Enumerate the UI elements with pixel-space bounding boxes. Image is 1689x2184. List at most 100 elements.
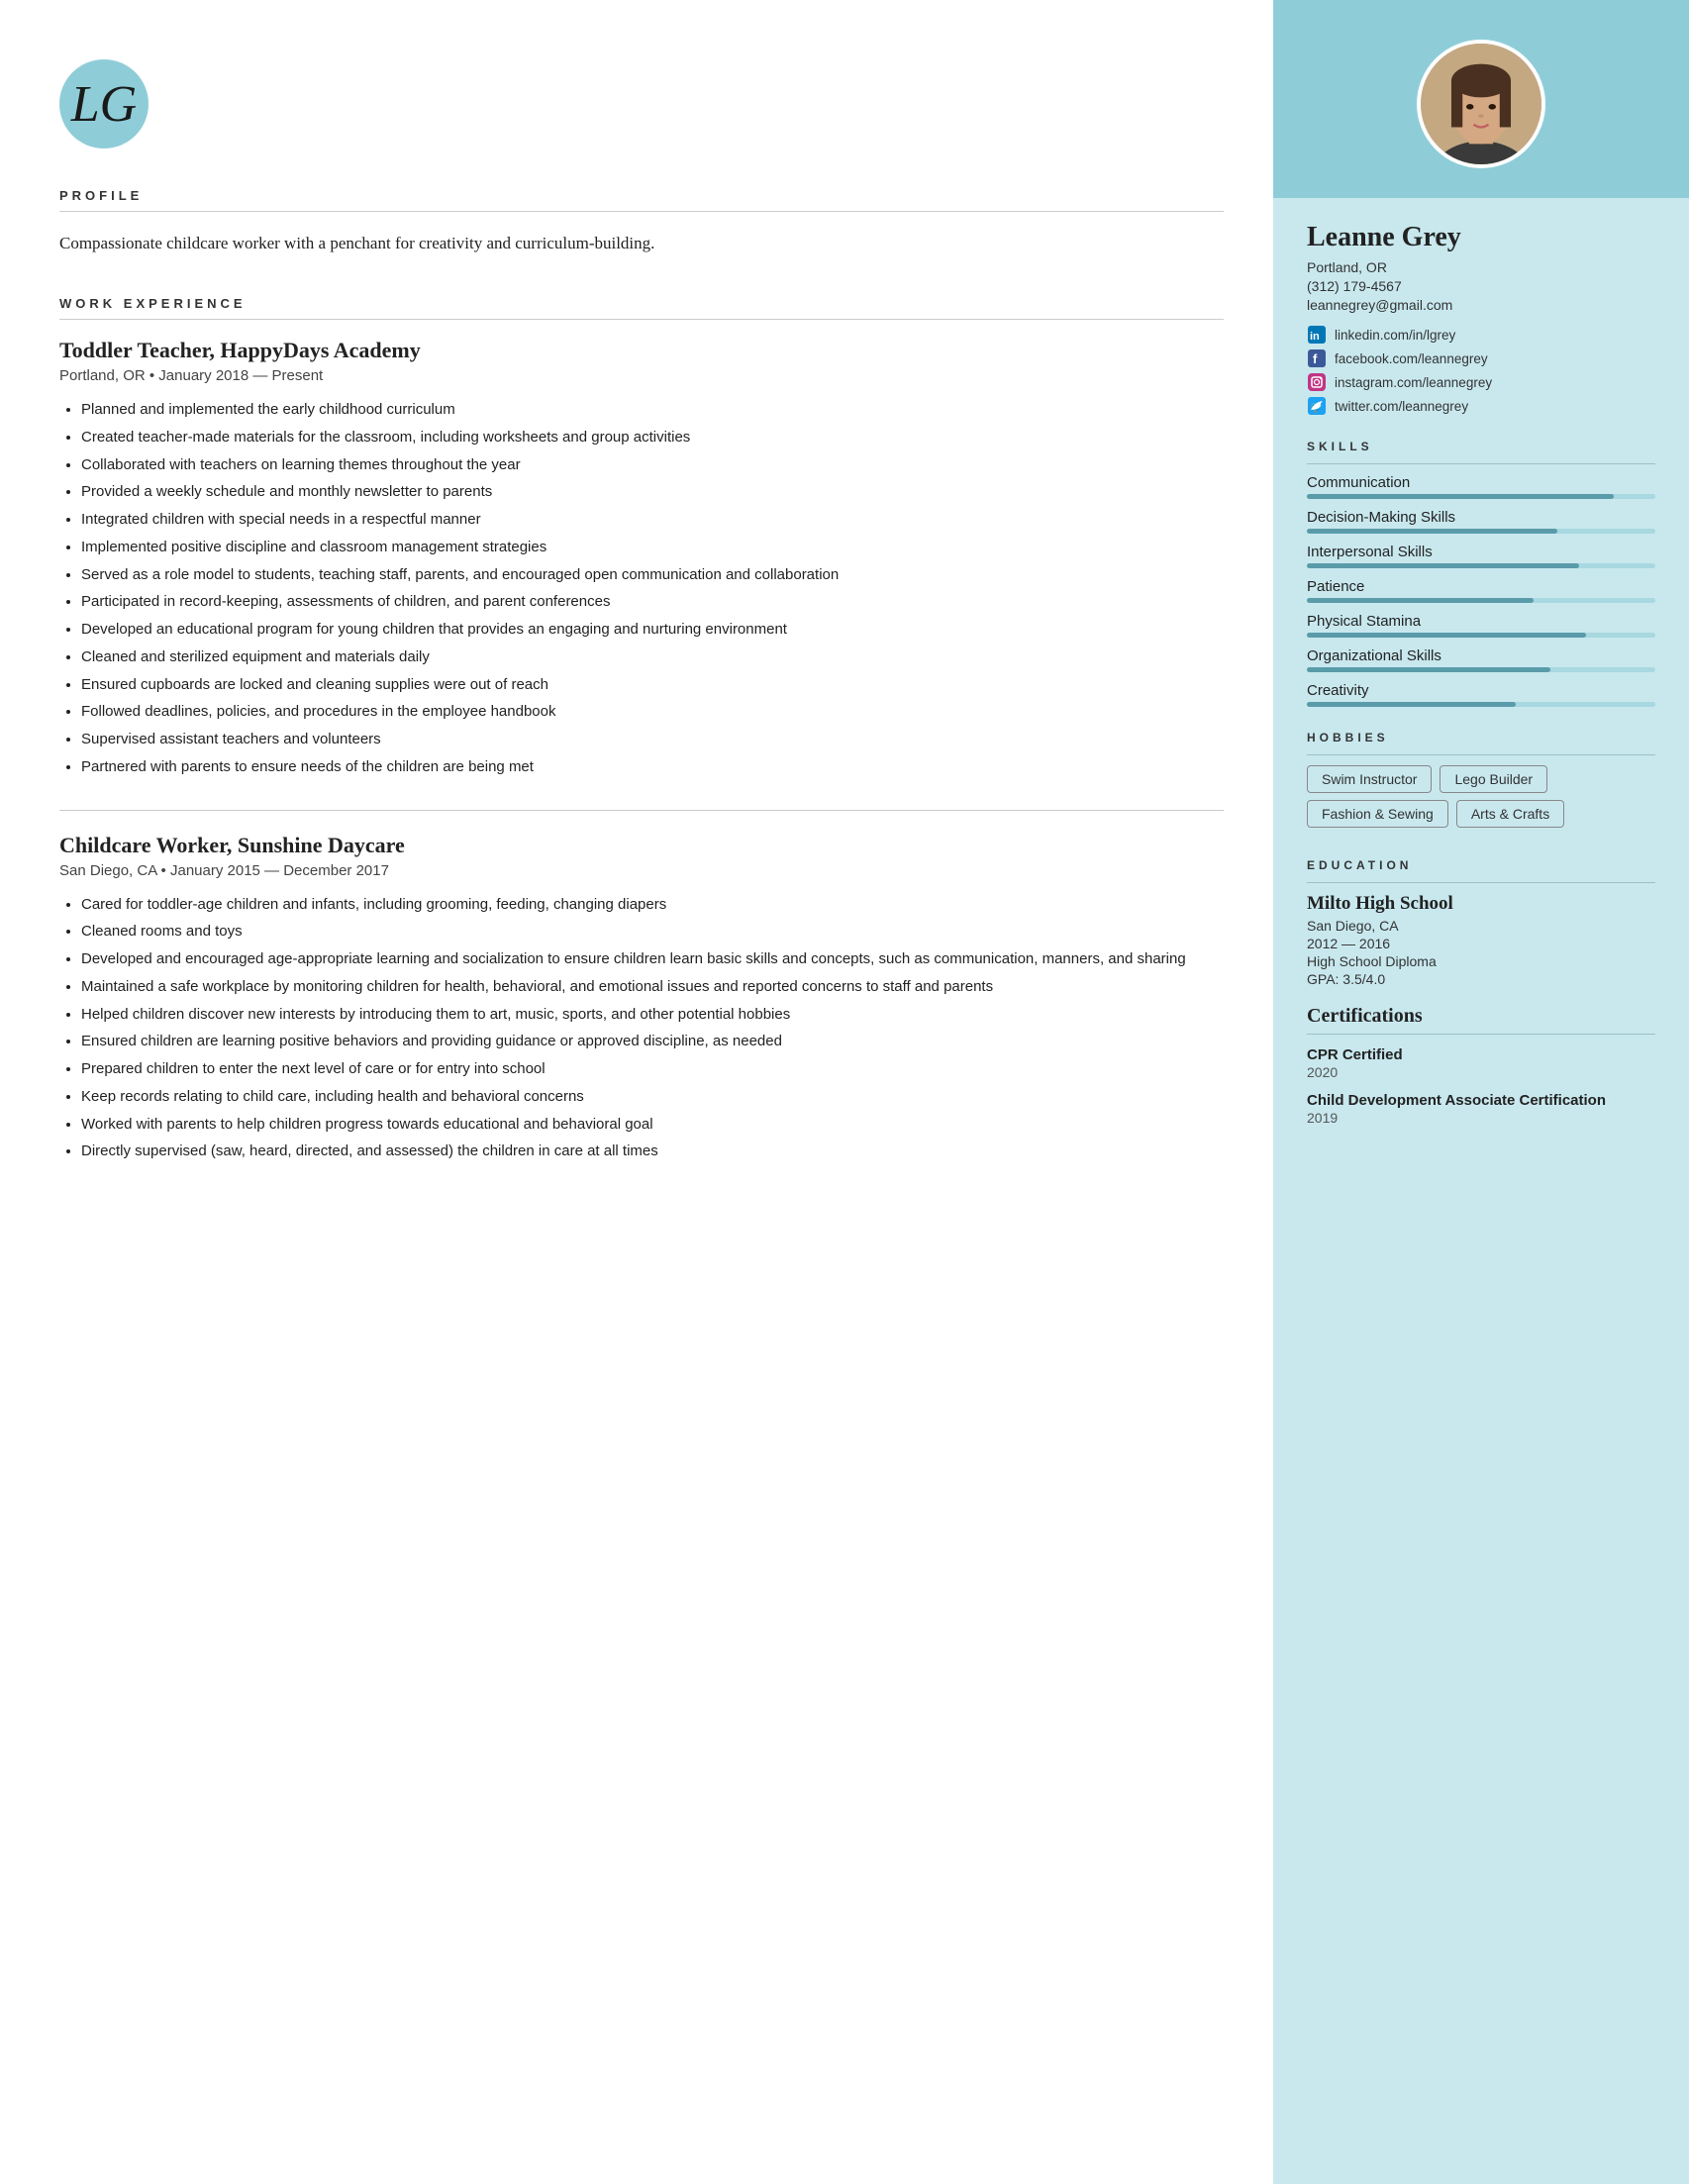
list-item: Created teacher-made materials for the c… xyxy=(81,426,1224,450)
phone: (312) 179-4567 xyxy=(1307,278,1655,294)
skill-bar-bg xyxy=(1307,529,1655,534)
list-item: Developed an educational program for you… xyxy=(81,618,1224,643)
list-item: Keep records relating to child care, inc… xyxy=(81,1085,1224,1110)
list-item: Cared for toddler-age children and infan… xyxy=(81,893,1224,918)
skill-bar-fill xyxy=(1307,494,1614,499)
hobbies-section-label: HOBBIES xyxy=(1307,731,1655,745)
svg-text:f: f xyxy=(1313,351,1318,366)
cert-2-year: 2019 xyxy=(1307,1110,1655,1126)
list-item: Participated in record-keeping, assessme… xyxy=(81,590,1224,615)
skill-creativity: Creativity xyxy=(1307,682,1655,707)
logo-text: LG xyxy=(71,75,137,134)
avatar-image xyxy=(1421,44,1541,164)
hobbies-divider xyxy=(1307,754,1655,755)
cert-1-year: 2020 xyxy=(1307,1064,1655,1080)
job-1: Toddler Teacher, HappyDays Academy Portl… xyxy=(59,338,1224,780)
profile-divider xyxy=(59,211,1224,212)
work-experience-label: WORK EXPERIENCE xyxy=(59,296,1224,311)
skill-name: Communication xyxy=(1307,474,1655,491)
list-item: Ensured cupboards are locked and cleanin… xyxy=(81,673,1224,698)
skill-bar-fill xyxy=(1307,598,1534,603)
email: leannegrey@gmail.com xyxy=(1307,297,1655,313)
person-name: Leanne Grey xyxy=(1307,222,1655,253)
list-item: Followed deadlines, policies, and proced… xyxy=(81,700,1224,725)
profile-section-label: PROFILE xyxy=(59,188,1224,203)
skill-bar-bg xyxy=(1307,702,1655,707)
skill-bar-bg xyxy=(1307,563,1655,568)
svg-text:in: in xyxy=(1310,331,1320,343)
social-instagram: instagram.com/leannegrey xyxy=(1307,372,1655,392)
edu-school: Milto High School xyxy=(1307,893,1655,915)
list-item: Implemented positive discipline and clas… xyxy=(81,536,1224,560)
skills-divider xyxy=(1307,463,1655,464)
list-item: Cleaned and sterilized equipment and mat… xyxy=(81,645,1224,670)
skill-decision: Decision-Making Skills xyxy=(1307,509,1655,534)
sidebar-photo-area xyxy=(1273,0,1689,198)
skill-patience: Patience xyxy=(1307,578,1655,603)
list-item: Helped children discover new interests b… xyxy=(81,1003,1224,1028)
work-divider xyxy=(59,319,1224,320)
list-item: Supervised assistant teachers and volunt… xyxy=(81,728,1224,752)
job-2-title: Childcare Worker, Sunshine Daycare xyxy=(59,833,1224,858)
sidebar: Leanne Grey Portland, OR (312) 179-4567 … xyxy=(1273,0,1689,2184)
education-divider xyxy=(1307,882,1655,883)
skill-name: Organizational Skills xyxy=(1307,647,1655,664)
skill-name: Decision-Making Skills xyxy=(1307,509,1655,526)
skill-communication: Communication xyxy=(1307,474,1655,499)
facebook-icon: f xyxy=(1307,348,1327,368)
job-2-meta: San Diego, CA • January 2015 — December … xyxy=(59,862,1224,879)
profile-text: Compassionate childcare worker with a pe… xyxy=(59,230,1224,256)
list-item: Served as a role model to students, teac… xyxy=(81,563,1224,588)
skill-bar-bg xyxy=(1307,667,1655,672)
list-item: Maintained a safe workplace by monitorin… xyxy=(81,975,1224,1000)
edu-gpa: GPA: 3.5/4.0 xyxy=(1307,971,1655,987)
list-item: Ensured children are learning positive b… xyxy=(81,1030,1224,1054)
main-content: LG PROFILE Compassionate childcare worke… xyxy=(0,0,1273,2184)
linkedin-text: linkedin.com/in/lgrey xyxy=(1335,328,1455,343)
certifications-divider xyxy=(1307,1034,1655,1035)
list-item: Prepared children to enter the next leve… xyxy=(81,1057,1224,1082)
skill-bar-bg xyxy=(1307,494,1655,499)
instagram-icon xyxy=(1307,372,1327,392)
list-item: Collaborated with teachers on learning t… xyxy=(81,453,1224,478)
social-facebook: f facebook.com/leannegrey xyxy=(1307,348,1655,368)
skill-bar-fill xyxy=(1307,667,1550,672)
skill-bar-fill xyxy=(1307,563,1579,568)
cert-2-name: Child Development Associate Certificatio… xyxy=(1307,1092,1655,1109)
list-item: Provided a weekly schedule and monthly n… xyxy=(81,480,1224,505)
edu-years: 2012 — 2016 xyxy=(1307,936,1655,951)
skill-bar-fill xyxy=(1307,529,1557,534)
skill-name: Creativity xyxy=(1307,682,1655,699)
job-1-title: Toddler Teacher, HappyDays Academy xyxy=(59,338,1224,363)
skill-bar-bg xyxy=(1307,598,1655,603)
linkedin-icon: in xyxy=(1307,325,1327,345)
hobby-lego: Lego Builder xyxy=(1440,765,1547,793)
skill-physical: Physical Stamina xyxy=(1307,613,1655,638)
skill-name: Patience xyxy=(1307,578,1655,595)
job-1-bullets: Planned and implemented the early childh… xyxy=(59,398,1224,780)
job-2: Childcare Worker, Sunshine Daycare San D… xyxy=(59,833,1224,1165)
cert-1-name: CPR Certified xyxy=(1307,1046,1655,1063)
list-item: Partnered with parents to ensure needs o… xyxy=(81,755,1224,780)
social-linkedin: in linkedin.com/in/lgrey xyxy=(1307,325,1655,345)
instagram-text: instagram.com/leannegrey xyxy=(1335,375,1492,390)
sidebar-info: Leanne Grey Portland, OR (312) 179-4567 … xyxy=(1273,198,1689,1126)
skill-organizational: Organizational Skills xyxy=(1307,647,1655,672)
social-twitter: 🐦 twitter.com/leannegrey xyxy=(1307,396,1655,416)
certifications-section-label: Certifications xyxy=(1307,1005,1655,1028)
logo-area: LG xyxy=(59,59,1224,149)
skill-bar-fill xyxy=(1307,702,1516,707)
hobby-swim: Swim Instructor xyxy=(1307,765,1432,793)
facebook-text: facebook.com/leannegrey xyxy=(1335,351,1488,366)
list-item: Worked with parents to help children pro… xyxy=(81,1113,1224,1138)
avatar xyxy=(1417,40,1545,168)
job-divider xyxy=(59,810,1224,811)
list-item: Cleaned rooms and toys xyxy=(81,920,1224,944)
location: Portland, OR xyxy=(1307,259,1655,275)
hobby-fashion: Fashion & Sewing xyxy=(1307,800,1448,828)
logo-circle: LG xyxy=(59,59,149,149)
hobbies-container: Swim Instructor Lego Builder Fashion & S… xyxy=(1307,765,1655,835)
education-section-label: EDUCATION xyxy=(1307,858,1655,872)
twitter-icon: 🐦 xyxy=(1307,396,1327,416)
list-item: Developed and encouraged age-appropriate… xyxy=(81,947,1224,972)
